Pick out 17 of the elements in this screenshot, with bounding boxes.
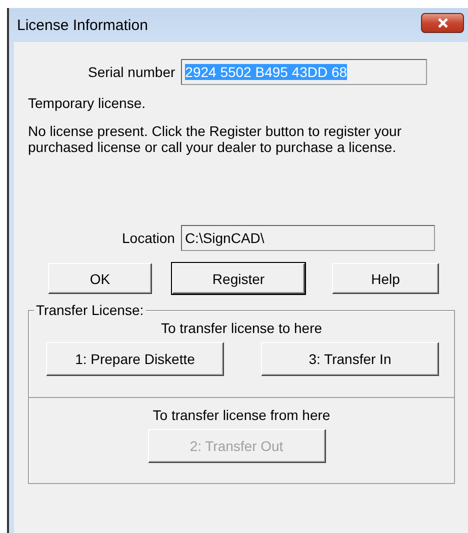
location-label: Location (122, 230, 175, 246)
location-field[interactable]: C:\SignCAD\ (180, 225, 435, 251)
group-title: Transfer License: (34, 302, 146, 318)
caption-text: To transfer license to here (160, 319, 324, 336)
close-button[interactable] (421, 13, 464, 33)
serial-label: Serial number (88, 64, 176, 80)
caption-text: To transfer license from here (152, 406, 332, 423)
serial-value: 2924 5502 B495 43DD 68 (185, 64, 348, 80)
window-title: License Information (17, 16, 148, 34)
dialog-button[interactable]: Help (332, 263, 439, 294)
transfer-button[interactable]: 1: Prepare Diskette (46, 342, 224, 376)
status-text: Temporary license. (28, 95, 146, 111)
transfer-button[interactable]: 3: Transfer In (261, 342, 439, 376)
close-icon (436, 18, 448, 28)
dialog-button[interactable]: OK (48, 263, 152, 294)
dialog-button[interactable]: Register (172, 263, 305, 294)
message-text: No license present. Click the Register button to register your purchased license or call your dealer to purchase a license. (28, 123, 403, 155)
